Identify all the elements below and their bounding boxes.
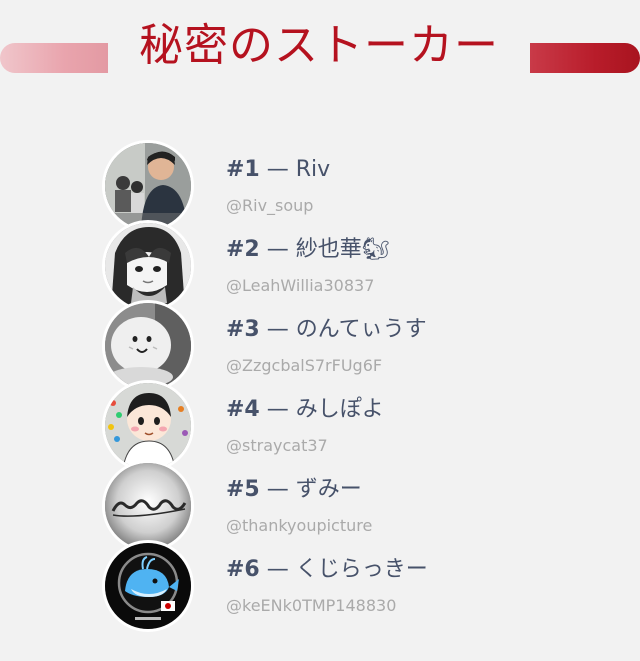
separator: — (266, 317, 289, 342)
page-title: 秘密のストーカー (139, 20, 499, 71)
rank-number: #6 (226, 557, 260, 582)
user-handle[interactable]: @thankyoupicture (226, 516, 372, 536)
user-handle[interactable]: @Riv_soup (226, 196, 313, 216)
separator: — (266, 157, 289, 182)
user-name: ずみー (295, 477, 362, 502)
separator: — (266, 477, 289, 502)
user-handle[interactable]: @straycat37 (226, 436, 328, 456)
mochi-face-icon (105, 303, 191, 389)
list-item[interactable]: #6 — くじらっきー @keENk0TMP148830 (102, 540, 542, 636)
user-name: のんてぃうす (295, 317, 427, 342)
user-name: Riv (295, 157, 331, 182)
rank-number: #4 (226, 397, 260, 422)
anime-girl-icon (105, 223, 191, 309)
rank-number: #2 (226, 237, 260, 262)
header: 秘密のストーカー (0, 10, 640, 86)
user-handle[interactable]: @LeahWillia30837 (226, 276, 374, 296)
header-decoration-right (530, 43, 640, 73)
header-decoration-left (0, 43, 108, 73)
user-name: みしぽよ (295, 397, 384, 422)
rank-number: #5 (226, 477, 260, 502)
user-handle[interactable]: @ZzgcbalS7rFUg6F (226, 356, 382, 376)
avatar[interactable] (102, 140, 194, 232)
separator: — (266, 237, 289, 262)
user-handle[interactable]: @keENk0TMP148830 (226, 596, 396, 616)
user-name: くじらっきー (295, 557, 428, 582)
separator: — (266, 397, 289, 422)
rank-number: #3 (226, 317, 260, 342)
avatar[interactable] (102, 380, 194, 472)
stressless-logo-icon (105, 463, 191, 549)
rank-number: #1 (226, 157, 260, 182)
avatar[interactable] (102, 300, 194, 392)
whale-icon (105, 543, 191, 629)
separator: — (266, 557, 289, 582)
chibi-boy-icon (105, 383, 191, 469)
avatar[interactable] (102, 460, 194, 552)
person-photo-icon (105, 143, 191, 229)
avatar[interactable] (102, 220, 194, 312)
user-name: 紗也華🐿 (295, 237, 390, 262)
avatar[interactable] (102, 540, 194, 632)
